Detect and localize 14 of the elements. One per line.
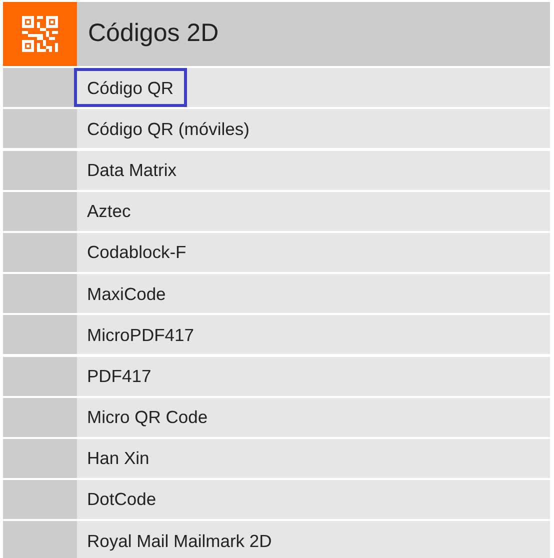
list-link[interactable]: Royal Mail Mailmark 2D [74,521,285,558]
section-title: Códigos 2D [88,18,219,50]
list-link[interactable]: Han Xin [74,438,162,478]
list-link[interactable]: PDF417 [74,356,164,396]
list-link[interactable]: Micro QR Code [74,398,221,437]
list-link[interactable]: Código QR (móviles) [74,109,262,148]
list-link[interactable]: MicroPDF417 [74,315,207,354]
qr-code-icon [22,16,58,52]
list-link[interactable]: Data Matrix [74,150,190,190]
list-link[interactable]: DotCode [74,480,170,520]
list-link[interactable]: Código QR [74,68,187,108]
list-link[interactable]: Codablock-F [74,232,200,272]
list-link[interactable]: Aztec [74,192,144,231]
list-link[interactable]: MaxiCode [74,274,179,314]
